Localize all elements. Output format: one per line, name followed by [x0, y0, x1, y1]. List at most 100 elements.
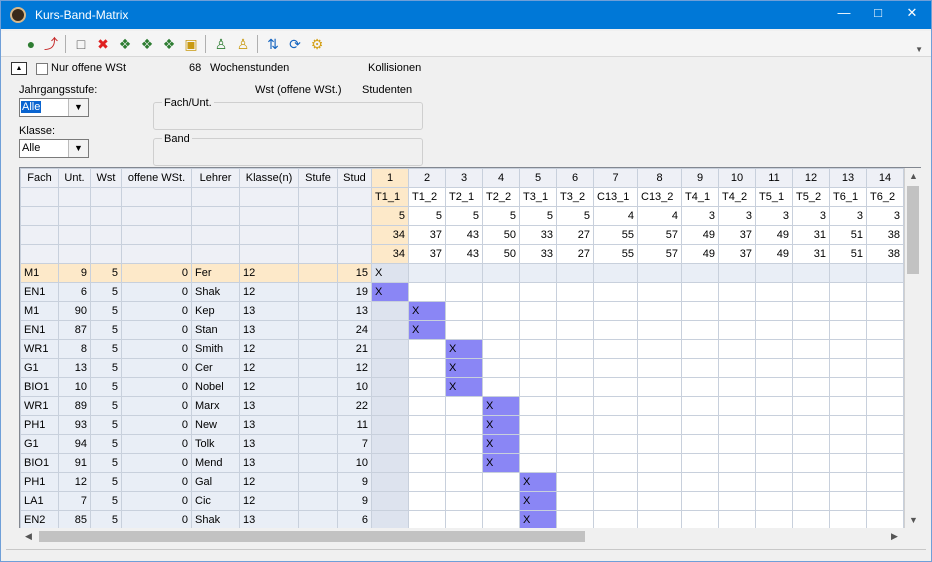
band-cell[interactable]: [556, 396, 594, 416]
band-cell[interactable]: [408, 415, 446, 435]
close-icon[interactable]: ✕: [895, 1, 929, 27]
band-cell[interactable]: [755, 282, 793, 302]
band-cell[interactable]: [718, 282, 756, 302]
band-cell[interactable]: [792, 434, 830, 454]
band-number-header[interactable]: 3: [445, 168, 483, 188]
band-number-header[interactable]: 8: [637, 168, 682, 188]
band-cell[interactable]: [637, 358, 682, 378]
add-icon[interactable]: ●: [21, 34, 41, 54]
band-cell[interactable]: [718, 396, 756, 416]
band-cell[interactable]: [866, 263, 904, 283]
band-cell[interactable]: [519, 415, 557, 435]
band-cell[interactable]: [556, 282, 594, 302]
table-row[interactable]: WR1 89 5 0 Marx 13 22 X: [20, 396, 904, 416]
band-cell[interactable]: [593, 339, 638, 359]
maximize-icon[interactable]: □: [861, 1, 895, 27]
band-cell[interactable]: [445, 453, 483, 473]
lock-icon[interactable]: ▣: [181, 34, 201, 54]
table-row[interactable]: BIO1 91 5 0 Mend 13 10 X: [20, 453, 904, 473]
band-cell[interactable]: [755, 263, 793, 283]
band-cell[interactable]: [681, 339, 719, 359]
band-cell[interactable]: [755, 510, 793, 528]
sort-icon[interactable]: ⇅: [263, 34, 283, 54]
band-number-header[interactable]: 9: [681, 168, 719, 188]
band-cell[interactable]: [556, 301, 594, 321]
band-cell[interactable]: [482, 301, 520, 321]
table-row[interactable]: M1 90 5 0 Kep 13 13 X: [20, 301, 904, 321]
band-cell[interactable]: [681, 453, 719, 473]
settings-icon[interactable]: ⚙: [307, 34, 327, 54]
kurs-band-grid[interactable]: Fach Unt. Wst offene WSt. Lehrer Klasse(n) Stu…: [19, 167, 921, 529]
band-cell[interactable]: [755, 320, 793, 340]
band-cell[interactable]: [371, 320, 409, 340]
band-cell[interactable]: [593, 453, 638, 473]
band-cell[interactable]: [593, 415, 638, 435]
band-cell[interactable]: [556, 472, 594, 492]
band-assignment-mark[interactable]: X: [371, 263, 409, 283]
band-cell[interactable]: [792, 339, 830, 359]
band-cell[interactable]: [792, 377, 830, 397]
new-doc-icon[interactable]: □: [71, 34, 91, 54]
band-cell[interactable]: [445, 510, 483, 528]
band-assignment-mark[interactable]: X: [519, 472, 557, 492]
band-assignment-mark[interactable]: X: [445, 358, 483, 378]
band-cell[interactable]: [519, 320, 557, 340]
band-cell[interactable]: [866, 320, 904, 340]
band-cell[interactable]: [866, 453, 904, 473]
collapse-up-icon[interactable]: ▲: [11, 62, 27, 75]
jahrgang-select[interactable]: Alle ▼: [19, 98, 89, 117]
band-cell[interactable]: [408, 453, 446, 473]
band-cell[interactable]: [637, 491, 682, 511]
band-cell[interactable]: [408, 472, 446, 492]
band-cell[interactable]: [637, 282, 682, 302]
minimize-icon[interactable]: —: [827, 1, 861, 27]
band-cell[interactable]: [408, 282, 446, 302]
band-cell[interactable]: [556, 320, 594, 340]
band-cell[interactable]: [556, 263, 594, 283]
band-assignment-mark[interactable]: X: [408, 320, 446, 340]
toolbar-overflow-icon[interactable]: ▼: [915, 45, 923, 54]
band-cell[interactable]: [866, 358, 904, 378]
table-row[interactable]: BIO1 10 5 0 Nobel 12 10 X: [20, 377, 904, 397]
band-cell[interactable]: [482, 510, 520, 528]
column-header[interactable]: offene WSt.: [121, 168, 192, 188]
chevron-down-icon[interactable]: ▼: [68, 99, 88, 116]
band-cell[interactable]: [637, 396, 682, 416]
band-cell[interactable]: [519, 282, 557, 302]
scroll-up-icon[interactable]: ▲: [909, 171, 918, 181]
link-icon[interactable]: ⤴: [41, 34, 61, 54]
band-cell[interactable]: [637, 415, 682, 435]
band-number-header[interactable]: 10: [718, 168, 756, 188]
table-row[interactable]: WR1 8 5 0 Smith 12 21 X: [20, 339, 904, 359]
band-cell[interactable]: [681, 415, 719, 435]
band-cell[interactable]: [371, 396, 409, 416]
band-cell[interactable]: [556, 358, 594, 378]
band-cell[interactable]: [792, 282, 830, 302]
band-cell[interactable]: [755, 358, 793, 378]
band-cell[interactable]: [445, 320, 483, 340]
band-assignment-mark[interactable]: X: [482, 434, 520, 454]
band-cell[interactable]: [519, 396, 557, 416]
table-row[interactable]: EN1 6 5 0 Shak 12 19 X: [20, 282, 904, 302]
refresh-icon[interactable]: ⟳: [285, 34, 305, 54]
band-assignment-mark[interactable]: X: [445, 377, 483, 397]
band-cell[interactable]: [829, 453, 867, 473]
band-cell[interactable]: [445, 415, 483, 435]
band-cell[interactable]: [482, 282, 520, 302]
band-cell[interactable]: [792, 491, 830, 511]
grid-icon[interactable]: ❖: [115, 34, 135, 54]
band-cell[interactable]: [755, 415, 793, 435]
band-cell[interactable]: [637, 320, 682, 340]
band-cell[interactable]: [637, 339, 682, 359]
band-cell[interactable]: [482, 377, 520, 397]
band-cell[interactable]: [866, 472, 904, 492]
band-cell[interactable]: [371, 453, 409, 473]
band-cell[interactable]: [829, 301, 867, 321]
band-cell[interactable]: [482, 339, 520, 359]
only-open-checkbox[interactable]: [36, 63, 48, 75]
band-cell[interactable]: [829, 415, 867, 435]
table-row[interactable]: EN2 85 5 0 Shak 13 6 X: [20, 510, 904, 528]
band-cell[interactable]: [408, 339, 446, 359]
band-cell[interactable]: [519, 358, 557, 378]
band-cell[interactable]: [829, 320, 867, 340]
